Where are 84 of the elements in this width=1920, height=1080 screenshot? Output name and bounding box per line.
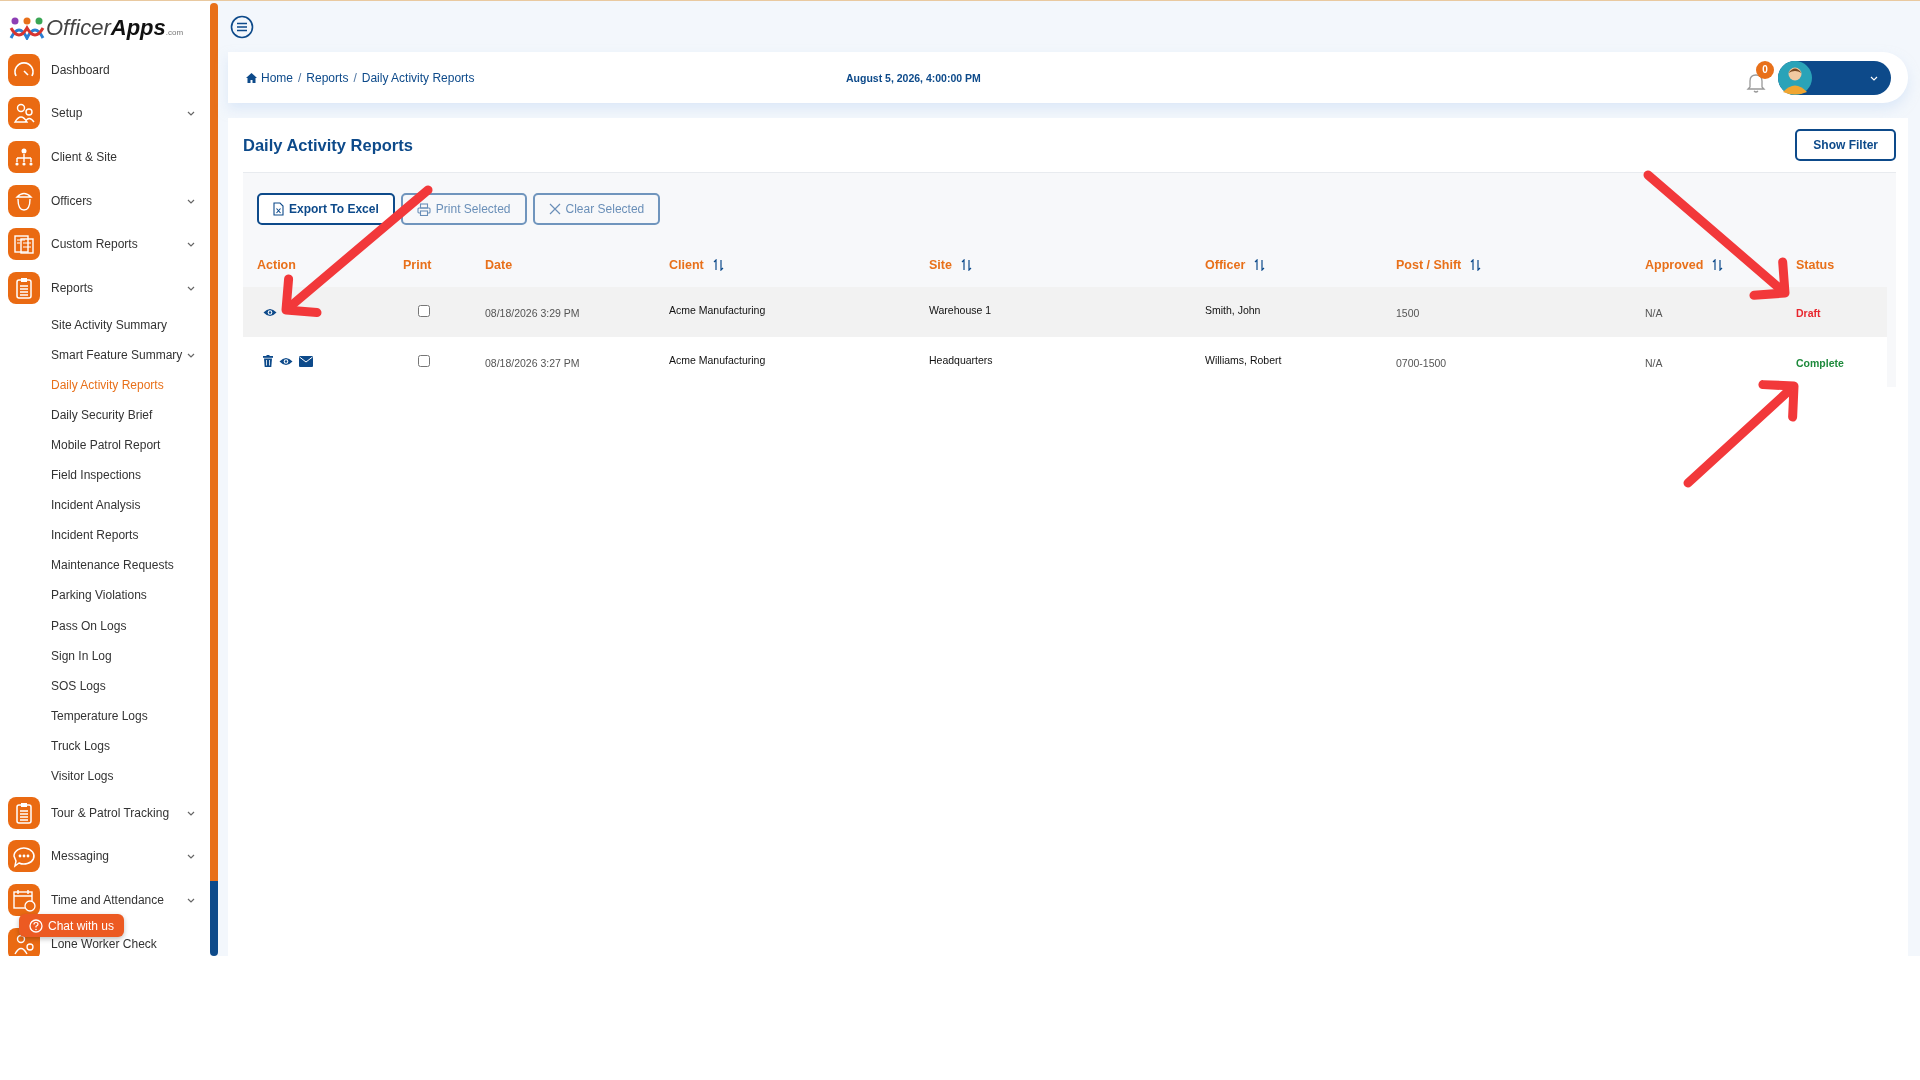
table-cell: Headquarters (929, 354, 993, 366)
table-cell: 08/18/2026 3:27 PM (485, 357, 580, 369)
sidebar-subitem[interactable]: SOS Logs (51, 678, 106, 693)
documents-icon (8, 228, 40, 261)
sidebar-subitem[interactable]: Daily Security Brief (51, 407, 153, 422)
sidebar-subitem[interactable]: Parking Violations (51, 588, 147, 603)
sidebar-item[interactable]: Client & Site (51, 150, 118, 164)
sort-icon[interactable] (1470, 259, 1482, 271)
sidebar-item[interactable]: Setup (51, 106, 83, 121)
hierarchy-icon (8, 141, 40, 173)
gauge-icon (8, 53, 40, 86)
scrollbar-thumb[interactable] (210, 881, 218, 956)
table-cell: Acme Manufacturing (669, 304, 766, 316)
sidebar-item[interactable]: Time and Attendance (51, 893, 164, 908)
sidebar-subitem[interactable]: Temperature Logs (51, 708, 148, 723)
home-icon (246, 72, 257, 83)
sidebar-subitem[interactable]: Maintenance Requests (51, 558, 174, 573)
sidebar-item[interactable]: Lone Worker Check (51, 936, 157, 951)
trash-icon[interactable] (263, 355, 273, 367)
sort-icon[interactable] (960, 259, 972, 271)
sidebar-subitem[interactable]: Pass On Logs (51, 618, 127, 633)
sidebar-subitem[interactable]: Incident Analysis (51, 498, 141, 513)
eye-icon[interactable] (279, 356, 293, 366)
sidebar-subitem[interactable]: Mobile Patrol Report (51, 438, 161, 452)
show-filter-button[interactable]: Show Filter (1795, 129, 1896, 161)
sidebar-item[interactable]: Custom Reports (51, 237, 138, 252)
table-cell: Warehouse 1 (929, 304, 992, 316)
help-icon (29, 918, 43, 933)
sidebar-subitem[interactable]: Field Inspections (51, 468, 142, 483)
table-cell: Smith, John (1205, 304, 1261, 316)
breadcrumb-link[interactable]: Home (261, 70, 293, 85)
sidebar-subitem[interactable]: Smart Feature Summary (51, 347, 183, 362)
eye-icon[interactable] (263, 308, 277, 317)
sidebar-item[interactable]: Tour & Patrol Tracking (51, 805, 170, 820)
sidebar-item[interactable]: Dashboard (51, 62, 110, 77)
print-checkbox[interactable] (418, 355, 430, 367)
sidebar-subitem[interactable]: Truck Logs (51, 738, 110, 753)
chat-bubble-icon (8, 840, 40, 873)
table-cell: Acme Manufacturing (669, 354, 766, 366)
menu-icon[interactable] (230, 14, 254, 39)
sidebar-subitem[interactable]: Site Activity Summary (51, 317, 168, 332)
notification-badge: 0 (1756, 60, 1774, 79)
sidebar-item[interactable]: Reports (51, 280, 94, 295)
close-icon (548, 203, 561, 215)
avatar-icon (1778, 60, 1812, 95)
chevron-down-icon[interactable] (186, 852, 196, 861)
table-cell: 1500 (1396, 307, 1420, 319)
user-menu-button[interactable] (1778, 60, 1891, 95)
sidebar-subitem[interactable]: Incident Reports (51, 528, 139, 543)
chevron-down-icon[interactable] (186, 240, 196, 249)
table-cell: 0700-1500 (1396, 357, 1447, 369)
page-title: Daily Activity Reports (243, 135, 413, 155)
sidebar-subitem[interactable]: Visitor Logs (51, 769, 114, 783)
toolbar-button[interactable]: Export To Excel (257, 193, 395, 225)
breadcrumb-link[interactable]: Daily Activity Reports (361, 70, 475, 85)
people-logo-icon (9, 16, 45, 40)
status-text: Draft (1796, 307, 1821, 319)
sort-icon[interactable] (712, 259, 724, 271)
envelope-icon[interactable] (299, 355, 313, 367)
sort-icon[interactable] (1254, 259, 1266, 271)
breadcrumb-separator: / (352, 70, 358, 85)
breadcrumb-separator: / (297, 70, 303, 85)
table-cell: N/A (1645, 307, 1663, 319)
table-cell: Williams, Robert (1205, 354, 1282, 366)
date-time: August 5, 2026, 4:00:00 PM (846, 71, 982, 84)
officer-icon (8, 184, 40, 217)
printer-icon (416, 202, 431, 216)
sort-icon[interactable] (1712, 259, 1724, 271)
table-cell: N/A (1645, 357, 1663, 369)
print-checkbox[interactable] (418, 305, 430, 317)
clipboard-icon (8, 271, 40, 304)
people-icon (8, 97, 40, 130)
sidebar-item[interactable]: Officers (51, 193, 93, 208)
excel-file-icon (273, 202, 284, 216)
logo-text: OfficerApps.com (46, 15, 184, 41)
sidebar-item[interactable]: Messaging (51, 849, 110, 864)
status-text: Complete (1796, 357, 1844, 369)
clipboard-icon (8, 796, 40, 829)
chevron-down-icon[interactable] (186, 896, 196, 905)
breadcrumb-link[interactable]: Reports (306, 70, 349, 85)
table-cell: 08/18/2026 3:29 PM (485, 307, 580, 319)
chevron-down-icon[interactable] (186, 109, 196, 118)
calendar-icon (8, 884, 40, 917)
sidebar-subitem[interactable]: Sign In Log (51, 648, 112, 663)
